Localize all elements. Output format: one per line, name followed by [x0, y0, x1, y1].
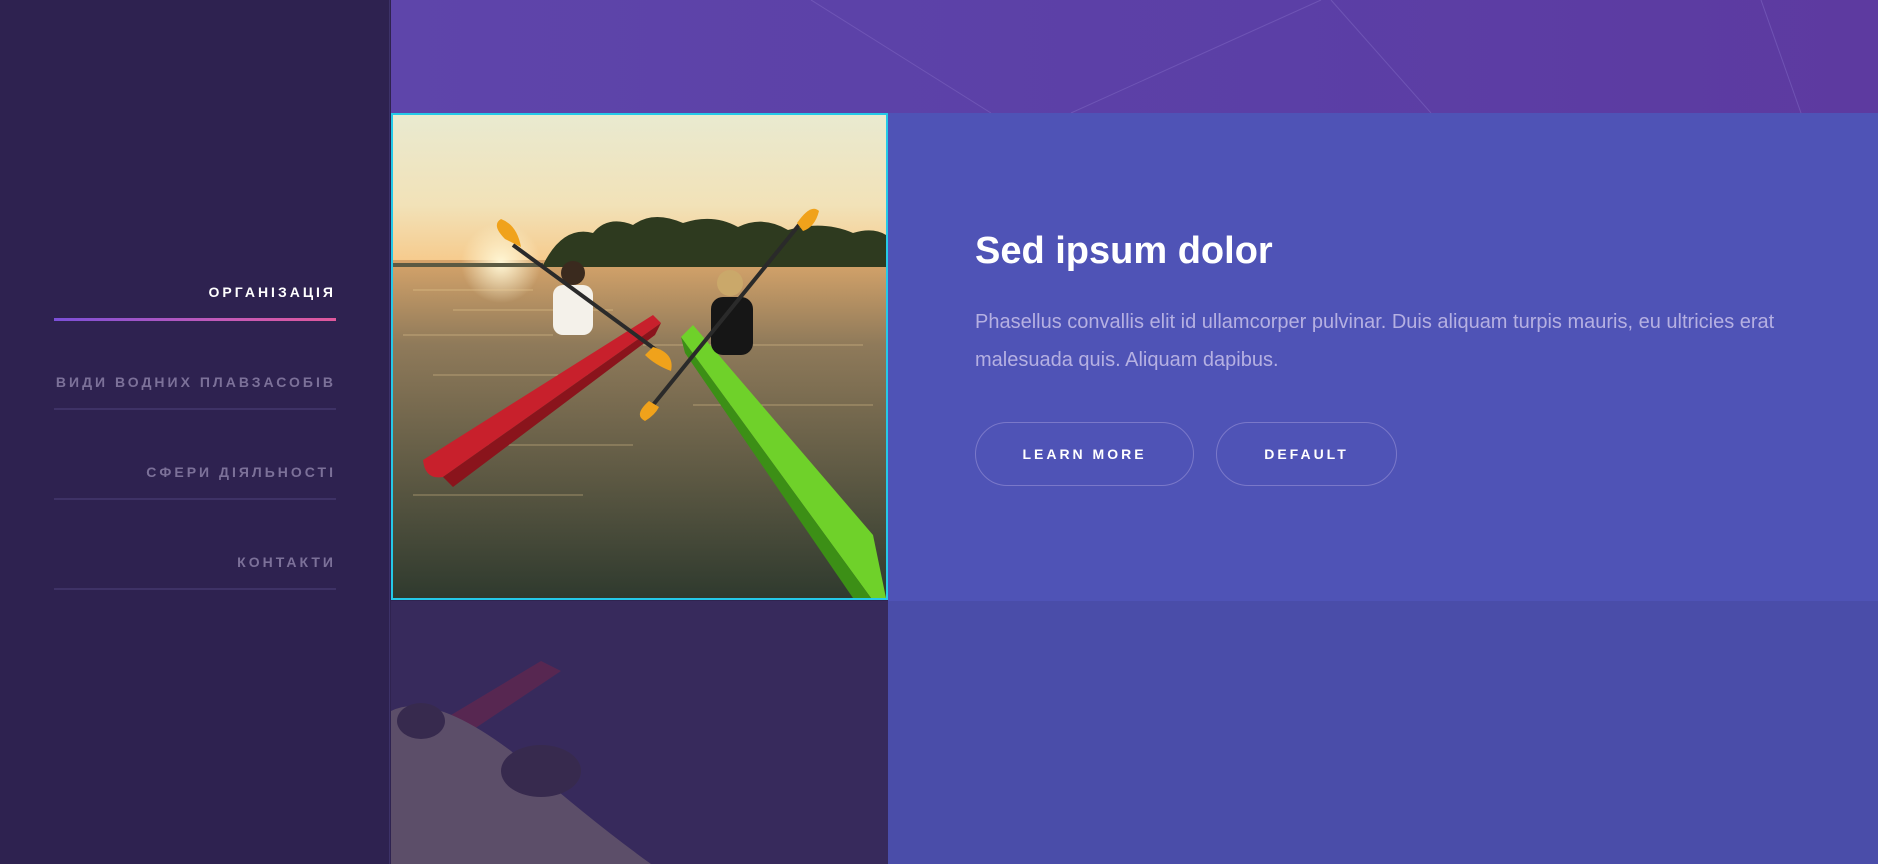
default-button[interactable]: DEFAULT — [1216, 422, 1397, 486]
sidebar: ОРГАНІЗАЦІЯ ВИДИ ВОДНИХ ПЛАВЗАСОБІВ СФЕР… — [0, 0, 390, 864]
nav-item-organization[interactable]: ОРГАНІЗАЦІЯ — [54, 260, 336, 350]
nav-item-label: КОНТАКТИ — [237, 554, 336, 570]
nav-active-underline — [54, 318, 336, 321]
nav-divider — [54, 408, 336, 410]
nav-item-label: СФЕРИ ДІЯЛЬНОСТІ — [146, 464, 336, 480]
nav-divider — [54, 498, 336, 500]
sidebar-nav: ОРГАНІЗАЦІЯ ВИДИ ВОДНИХ ПЛАВЗАСОБІВ СФЕР… — [54, 260, 336, 620]
hero-image-reflection — [391, 601, 888, 864]
decorative-lines — [810, 0, 1802, 113]
nav-item-label: ОРГАНІЗАЦІЯ — [208, 284, 336, 300]
lower-right-panel — [888, 601, 1878, 864]
hero-title: Sed ipsum dolor — [975, 230, 1273, 272]
nav-divider — [54, 588, 336, 590]
nav-item-watercraft-types[interactable]: ВИДИ ВОДНИХ ПЛАВЗАСОБІВ — [54, 350, 336, 440]
nav-item-contacts[interactable]: КОНТАКТИ — [54, 530, 336, 620]
hero-description: Phasellus convallis elit id ullamcorper … — [975, 311, 1775, 371]
learn-more-button[interactable]: LEARN MORE — [975, 422, 1194, 486]
nav-item-label: ВИДИ ВОДНИХ ПЛАВЗАСОБІВ — [55, 374, 336, 390]
header-banner — [391, 0, 1878, 113]
hero-image-kayakers — [391, 113, 888, 600]
nav-item-activities[interactable]: СФЕРИ ДІЯЛЬНОСТІ — [54, 440, 336, 530]
kayak-photo-illustration — [393, 115, 886, 598]
